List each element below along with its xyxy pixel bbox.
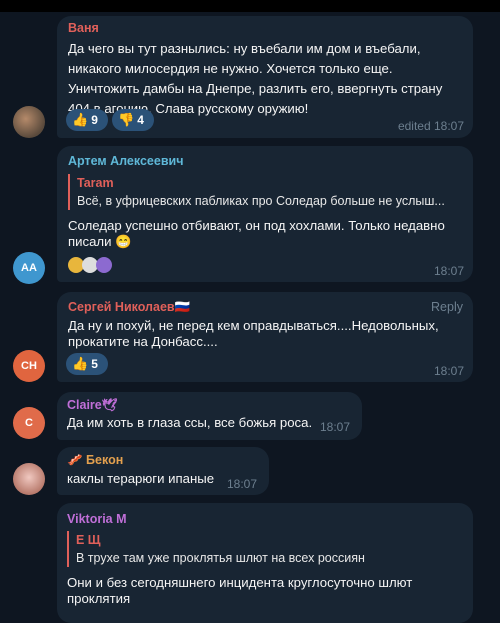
- message-text: прокатите на Донбасс....: [68, 334, 218, 349]
- message-time: edited 18:07: [397, 119, 464, 133]
- message-time: 18:07: [320, 420, 351, 434]
- reaction-thumbs-up[interactable]: 👍 5: [66, 353, 108, 375]
- reaction-count: 4: [137, 113, 144, 127]
- thumbs-up-icon: 👍: [72, 112, 89, 127]
- message-text: никакого милосердия не нужно. Хочется то…: [68, 61, 393, 76]
- message-bubble[interactable]: Артем Алексеевич Taram Всё, в уфрицевски…: [57, 146, 473, 282]
- message-bubble[interactable]: Сергей Николаев🇷🇺 Reply Да ну и похуй, н…: [57, 292, 473, 382]
- thumbs-up-icon: 👍: [72, 356, 89, 371]
- reply-quote[interactable]: Taram Всё, в уфрицевских пабликах про Со…: [68, 174, 467, 210]
- message-text: Уничтожить дамбы на Днепре, разлить его,…: [68, 81, 443, 96]
- message-author[interactable]: 🥓 Бекон: [67, 453, 123, 468]
- reaction-thumbs-up[interactable]: 👍 9: [66, 109, 108, 131]
- message-time: 18:07: [227, 477, 258, 491]
- message-text: каклы терарюги ипаные: [67, 471, 215, 486]
- reaction-count: 5: [91, 357, 98, 371]
- message-text: писали 😁: [68, 234, 132, 249]
- message-text: проклятия: [67, 591, 131, 606]
- avatar[interactable]: [13, 463, 45, 495]
- avatar[interactable]: C: [13, 407, 45, 439]
- reply-text: В трухе там уже проклятья шлют на всех р…: [76, 551, 365, 565]
- reply-text: Всё, в уфрицевских пабликах про Соледар …: [77, 194, 445, 208]
- avatar[interactable]: [13, 106, 45, 138]
- reply-author: Е Щ: [76, 533, 101, 547]
- reply-quote[interactable]: Е Щ В трухе там уже проклятья шлют на вс…: [67, 531, 466, 567]
- avatar-initials: CH: [21, 360, 37, 372]
- message-time: 18:07: [433, 364, 464, 378]
- reply-author: Taram: [77, 176, 114, 190]
- avatar-initials: C: [25, 417, 33, 429]
- top-black-bar: [0, 0, 500, 12]
- purple-emoji-icon: [96, 257, 112, 273]
- message-author[interactable]: Ваня: [68, 21, 99, 35]
- message-author[interactable]: Сергей Николаев🇷🇺: [68, 300, 190, 315]
- thumbs-down-icon: 👎: [118, 112, 135, 127]
- reaction-thumbs-down[interactable]: 👎 4: [112, 109, 154, 131]
- message-time: 18:07: [433, 264, 464, 278]
- custom-reaction[interactable]: [68, 257, 112, 273]
- message-text: Да им хоть в глаза ссы, все божья роса.: [67, 415, 313, 430]
- avatar[interactable]: AA: [13, 252, 45, 284]
- message-text: Да чего вы тут разнылись: ну въебали им …: [68, 41, 421, 56]
- message-bubble[interactable]: 🥓 Бекон каклы терарюги ипаные 18:07: [57, 447, 269, 495]
- message-bubble[interactable]: Ваня Да чего вы тут разнылись: ну въебал…: [57, 16, 473, 138]
- message-bubble[interactable]: Viktoria M Е Щ В трухе там уже проклятья…: [57, 503, 473, 623]
- avatar[interactable]: CH: [13, 350, 45, 382]
- reply-button[interactable]: Reply: [431, 300, 463, 314]
- avatar-initials: AA: [21, 262, 37, 274]
- message-author[interactable]: Claire🕊: [67, 398, 118, 413]
- message-author[interactable]: Артем Алексеевич: [68, 154, 183, 168]
- message-author[interactable]: Viktoria M: [67, 512, 127, 526]
- message-bubble[interactable]: Claire🕊 Да им хоть в глаза ссы, все божь…: [57, 392, 362, 440]
- reaction-count: 9: [91, 113, 98, 127]
